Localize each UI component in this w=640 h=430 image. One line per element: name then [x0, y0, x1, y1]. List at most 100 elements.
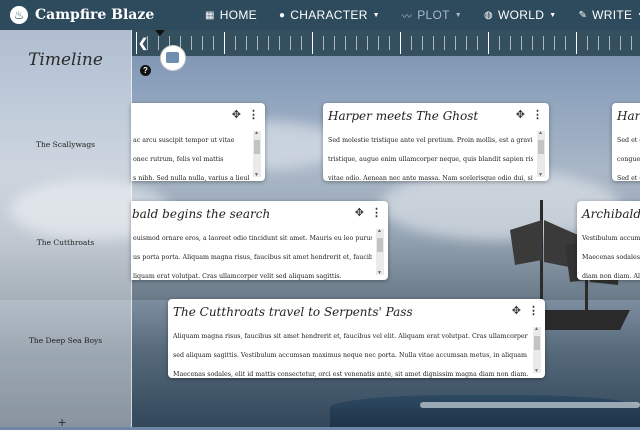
card-text-line: vitae odio. Aenean nec ante massa. Nam s… — [328, 175, 533, 181]
nav-world-label: WORLD — [498, 8, 545, 22]
ruler-tick — [213, 36, 214, 50]
card-title: Harper meets The Ghost — [328, 109, 479, 123]
move-icon[interactable]: ✥ — [232, 108, 241, 121]
card-scrollbar[interactable] — [537, 130, 545, 178]
card-text-line: Maecenas sodales, — [582, 254, 640, 261]
nav-plot[interactable]: 〰 PLOT ▼ — [402, 8, 462, 23]
ruler-tick — [510, 36, 511, 50]
ruler-tick — [620, 36, 621, 50]
ruler-tick — [136, 32, 137, 54]
main-menu: ▦ HOME ● CHARACTER ▼ 〰 PLOT ▼ ◍ WORLD ▼ … — [205, 0, 640, 30]
plot-card[interactable]: Archibald Vestibulum accumsan Maecenas s… — [577, 201, 640, 280]
ruler-tick — [246, 36, 247, 50]
timeline-ruler[interactable] — [132, 30, 640, 56]
nav-home[interactable]: ▦ HOME — [205, 8, 257, 22]
ruler-tick — [268, 36, 269, 50]
ruler-tick — [543, 36, 544, 50]
card-text-line: Sed et c — [617, 137, 640, 144]
card-scrollbar[interactable] — [253, 130, 261, 178]
brand-link[interactable]: ♨ Campfire Blaze — [10, 6, 154, 24]
nav-character-label: CHARACTER — [290, 8, 368, 22]
chevron-down-icon: ▼ — [549, 11, 557, 19]
ruler-tick — [323, 36, 324, 50]
nav-home-label: HOME — [219, 8, 257, 22]
ruler-tick — [158, 36, 159, 50]
ruler-tick — [224, 32, 225, 54]
card-description: euismod ornare eros, a laoreet odio tinc… — [133, 229, 372, 280]
kebab-menu-icon[interactable]: ⋮ — [371, 206, 382, 219]
avatar[interactable] — [160, 45, 186, 71]
ruler-tick — [477, 36, 478, 50]
ruler-tick — [444, 36, 445, 50]
kebab-menu-icon[interactable]: ⋮ — [528, 304, 539, 317]
plot-card[interactable]: Harper meets The Ghost ✥ ⋮ Sed molestie … — [323, 103, 549, 181]
card-text-line: tristique, augue enim ullamcorper neque,… — [328, 156, 533, 163]
ruler-tick — [411, 36, 412, 50]
kebab-menu-icon[interactable]: ⋮ — [248, 108, 259, 121]
nav-world[interactable]: ◍ WORLD ▼ — [484, 8, 556, 22]
card-description: Aliquam magna risus, faucibus sit amet h… — [173, 327, 529, 378]
ruler-tick — [521, 36, 522, 50]
card-title: Harp — [617, 109, 640, 123]
ruler-tick — [576, 32, 577, 54]
card-text-line: us porta porta. Aliquam magna risus, fau… — [133, 254, 372, 261]
ruler-tick — [554, 36, 555, 50]
card-actions: ✥ ⋮ — [512, 304, 539, 317]
ruler-tick — [279, 36, 280, 50]
chevron-left-icon[interactable]: ❮ — [138, 36, 148, 50]
card-text-line: euismod ornare eros, a laoreet odio tinc… — [133, 235, 372, 242]
card-text-line: Sed et c — [617, 175, 640, 181]
track-label-deep-sea-boys[interactable]: The Deep Sea Boys — [0, 336, 131, 345]
ruler-tick — [422, 36, 423, 50]
ruler-tick — [345, 36, 346, 50]
ruler-tick — [235, 36, 236, 50]
ruler-tick — [301, 36, 302, 50]
card-text-line: onec rutrum, felis vel mattis — [133, 156, 224, 163]
card-scrollbar[interactable] — [376, 228, 384, 276]
home-icon: ▦ — [205, 9, 215, 21]
ruler-tick — [455, 36, 456, 50]
ruler-tick — [367, 36, 368, 50]
plot-card[interactable]: ✥ ⋮ ac arcu suscipit tempor ut vitae one… — [131, 103, 265, 181]
ruler-tick — [334, 36, 335, 50]
card-text-line: ac arcu suscipit tempor ut vitae — [133, 137, 235, 144]
ruler-tick — [191, 36, 192, 50]
card-title: Archibald — [582, 207, 640, 221]
sidebar-title: Timeline — [28, 50, 103, 70]
card-scrollbar[interactable] — [533, 326, 541, 374]
ruler-tick — [631, 36, 632, 50]
ruler-tick — [466, 36, 467, 50]
plot-card[interactable]: The Cutthroats travel to Serpents' Pass … — [168, 299, 545, 378]
nav-write-label: WRITE — [592, 8, 633, 22]
card-actions: ✥ ⋮ — [232, 108, 259, 121]
ruler-tick — [378, 36, 379, 50]
plot-card[interactable]: Harp Sed et c congue Sed et c — [612, 103, 640, 181]
track-label-scallywags[interactable]: The Scallywags — [0, 140, 131, 149]
ruler-tick — [257, 36, 258, 50]
brand-name: Campfire Blaze — [35, 7, 155, 23]
nav-character[interactable]: ● CHARACTER ▼ — [279, 8, 380, 22]
kebab-menu-icon[interactable]: ⋮ — [532, 108, 543, 121]
card-description: Sed molestie tristique ante vel pretium.… — [328, 131, 533, 181]
ruler-tick — [400, 32, 401, 54]
ruler-tick — [433, 36, 434, 50]
card-text-line: s nibh. Sed nulla nulla, varius a lieula — [133, 175, 249, 181]
help-icon[interactable]: ? — [140, 65, 151, 76]
track-label-cutthroats[interactable]: The Cutthroats — [0, 238, 131, 247]
timeline-marker-icon[interactable] — [155, 30, 165, 36]
ruler-tick — [598, 36, 599, 50]
ruler-tick — [565, 36, 566, 50]
ruler-tick — [389, 36, 390, 50]
ruler-tick — [312, 32, 313, 54]
nav-write[interactable]: ✎ WRITE ▼ — [578, 8, 640, 22]
ruler-tick — [532, 36, 533, 50]
ruler-tick — [488, 32, 489, 54]
card-title: The Cutthroats travel to Serpents' Pass — [173, 305, 413, 319]
plot-card[interactable]: bald begins the search ✥ ⋮ euismod ornar… — [131, 201, 388, 280]
add-track-button[interactable]: + — [58, 414, 66, 430]
card-text-line: congue — [617, 156, 640, 163]
move-icon[interactable]: ✥ — [512, 304, 521, 317]
move-icon[interactable]: ✥ — [355, 206, 364, 219]
card-title: bald begins the search — [132, 207, 271, 221]
move-icon[interactable]: ✥ — [516, 108, 525, 121]
